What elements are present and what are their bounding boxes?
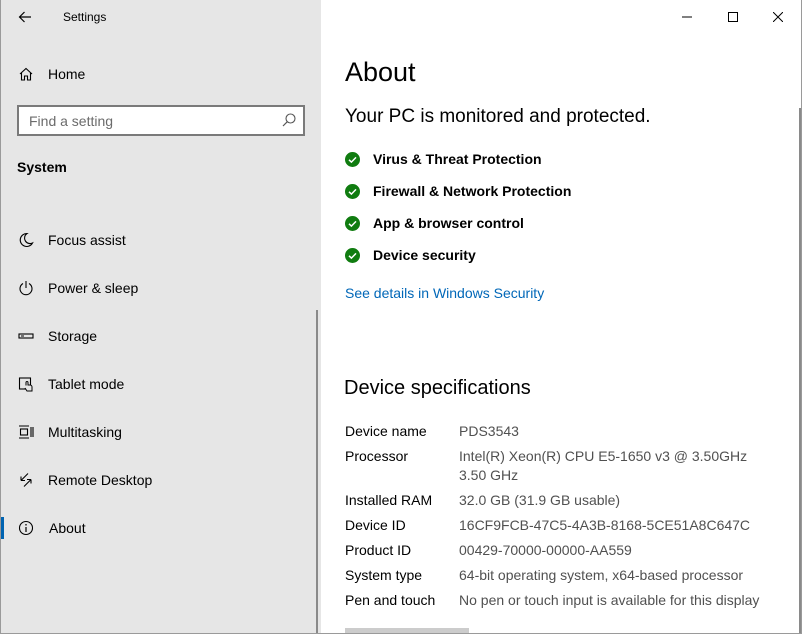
protection-item: Device security (345, 244, 476, 266)
protection-status: Your PC is monitored and protected. (345, 106, 651, 127)
sidebar-item-label: Power & sleep (48, 280, 139, 296)
multitasking-icon (17, 423, 35, 441)
back-button[interactable] (10, 3, 40, 31)
spec-value: No pen or touch input is available for t… (459, 592, 760, 608)
spec-value: 64-bit operating system, x64-based proce… (459, 567, 744, 583)
sidebar-item-focus-assist[interactable]: Focus assist (0, 220, 316, 260)
protection-label: Device security (373, 247, 476, 263)
windows-security-link[interactable]: See details in Windows Security (345, 285, 544, 301)
close-button[interactable] (755, 0, 801, 34)
storage-icon (17, 327, 35, 345)
home-icon (17, 65, 35, 83)
spec-key: Device name (345, 423, 427, 439)
sidebar-scrollbar[interactable] (316, 310, 318, 634)
search-icon[interactable] (281, 112, 297, 128)
protection-label: Virus & Threat Protection (373, 151, 542, 167)
sidebar-item-label: Remote Desktop (48, 472, 153, 488)
sidebar-item-about[interactable]: About (0, 508, 316, 548)
sidebar-item-label: Multitasking (48, 424, 122, 440)
app-title: Settings (63, 10, 107, 24)
sidebar-item-tablet-mode[interactable]: Tablet mode (0, 364, 316, 404)
maximize-button[interactable] (710, 0, 756, 34)
power-icon (17, 279, 35, 297)
info-icon (17, 519, 35, 537)
minimize-icon (682, 16, 692, 18)
spec-key: Device ID (345, 517, 406, 533)
check-circle-icon (345, 183, 360, 199)
protection-label: Firewall & Network Protection (373, 183, 572, 199)
spec-value: PDS3543 (459, 423, 519, 439)
spec-key: Processor (345, 448, 409, 464)
sidebar-item-label: Storage (48, 328, 98, 344)
content-scrollbar[interactable] (799, 108, 801, 634)
spec-value: Intel(R) Xeon(R) CPU E5-1650 v3 @ 3.50GH… (459, 448, 759, 483)
maximize-icon (728, 12, 738, 22)
spec-key: Product ID (345, 542, 412, 558)
spec-key: System type (345, 567, 423, 583)
spec-key: Installed RAM (345, 492, 433, 508)
sidebar: Settings Home System Focus assist Power … (0, 0, 321, 634)
minimize-button[interactable] (664, 0, 710, 34)
sidebar-item-label: About (49, 520, 86, 536)
sidebar-item-multitasking[interactable]: Multitasking (0, 412, 316, 452)
search-input[interactable] (19, 107, 271, 134)
tablet-icon (17, 375, 35, 393)
selection-indicator (0, 517, 4, 539)
check-circle-icon (345, 215, 360, 231)
protection-label: App & browser control (373, 215, 524, 231)
spec-value: 16CF9FCB-47C5-4A3B-8168-5CE51A8C647C (459, 517, 751, 533)
check-circle-icon (345, 247, 360, 263)
sidebar-item-label: Tablet mode (48, 376, 125, 392)
sidebar-item-power-sleep[interactable]: Power & sleep (0, 268, 316, 308)
nav-home[interactable]: Home (0, 58, 321, 90)
close-icon (773, 12, 783, 22)
spec-value: 00429-70000-00000-AA559 (459, 542, 632, 558)
main-content: About Your PC is monitored and protected… (321, 0, 802, 634)
home-label: Home (48, 66, 86, 82)
title-bar-left: Settings (0, 0, 321, 35)
sidebar-item-label: Focus assist (48, 232, 126, 248)
moon-icon (17, 231, 35, 249)
check-circle-icon (345, 151, 360, 167)
page-title: About (345, 57, 416, 87)
back-arrow-icon (18, 11, 31, 23)
spec-value: 32.0 GB (31.9 GB usable) (459, 492, 621, 508)
specs-title: Device specifications (344, 377, 531, 399)
spec-key: Pen and touch (345, 592, 436, 608)
protection-item: Firewall & Network Protection (345, 180, 571, 202)
section-heading-system: System (17, 159, 67, 175)
search-box (17, 105, 305, 136)
sidebar-item-storage[interactable]: Storage (0, 316, 316, 356)
partial-button[interactable] (345, 628, 469, 634)
protection-item: Virus & Threat Protection (345, 148, 542, 170)
sidebar-item-remote-desktop[interactable]: Remote Desktop (0, 460, 316, 500)
protection-item: App & browser control (345, 212, 524, 234)
remote-desktop-icon (17, 471, 35, 489)
